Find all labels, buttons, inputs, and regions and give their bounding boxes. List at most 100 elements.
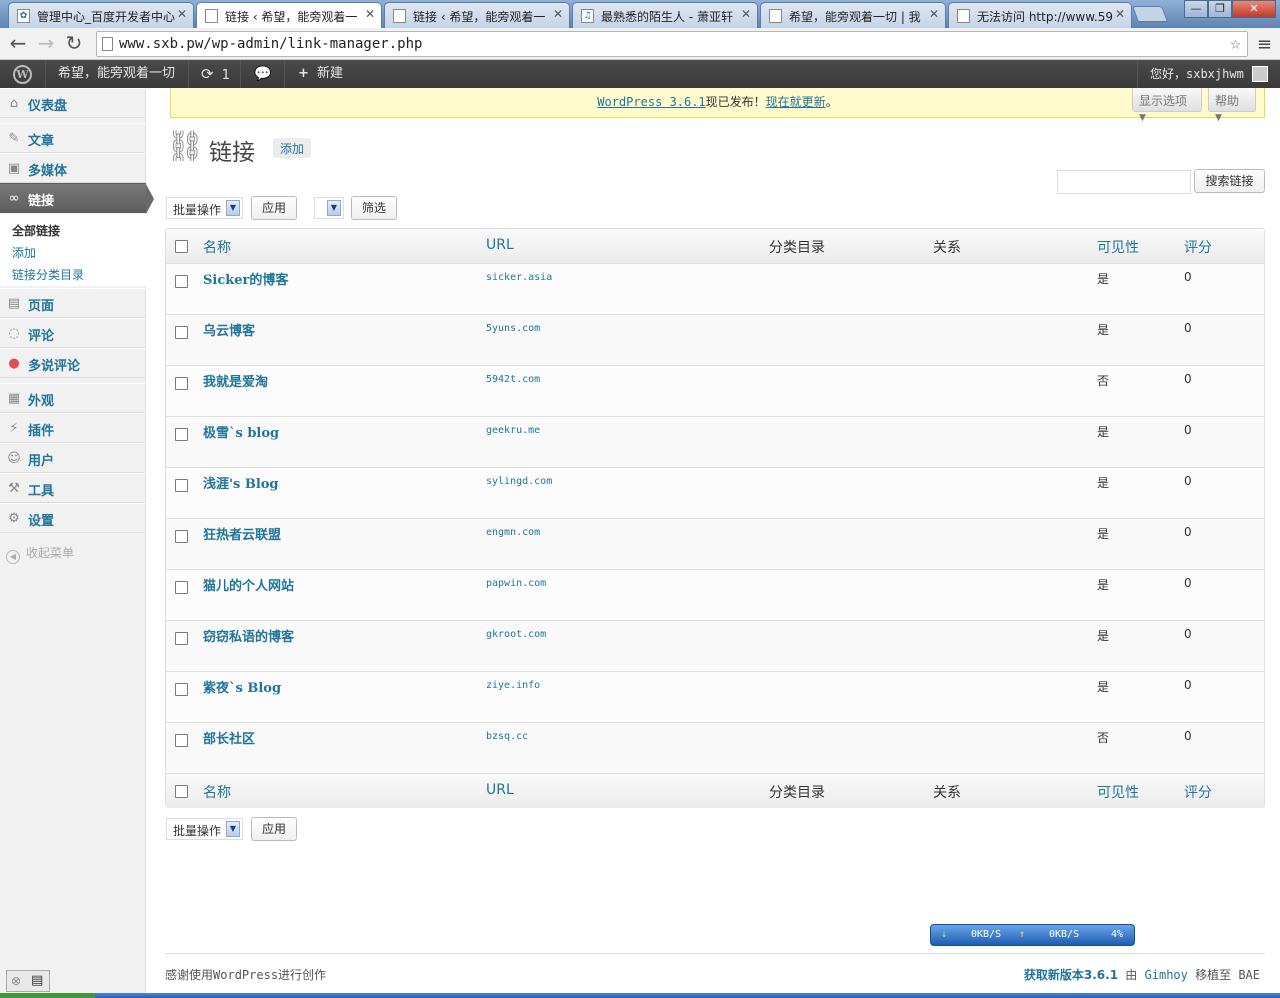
forward-arrow-icon[interactable]: → (34, 32, 58, 56)
reload-icon[interactable]: ↻ (62, 32, 86, 56)
column-header-visible[interactable]: 可见性 (1097, 237, 1139, 257)
document-icon[interactable]: ▤ (31, 973, 43, 988)
new-content-link[interactable]: + 新建 (290, 60, 351, 88)
link-name[interactable]: 浅涯's Blog (203, 473, 279, 492)
browser-tab[interactable]: ✿ 管理中心_百度开发者中心 ✕ (8, 2, 194, 28)
new-tab-button[interactable] (1132, 6, 1168, 22)
tab-close-icon[interactable]: ✕ (929, 7, 939, 21)
column-footer-name[interactable]: 名称 (203, 782, 231, 802)
sidebar-item-pages[interactable]: ▤ 页面 (0, 288, 146, 318)
tab-close-icon[interactable]: ✕ (365, 7, 375, 21)
bulk-action-select-bottom[interactable]: 批量操作 ▼ (166, 818, 243, 840)
bookmark-star-icon[interactable]: ☆ (1230, 33, 1241, 54)
sidebar-item-settings[interactable]: ⚙ 设置 (0, 503, 146, 533)
column-footer-rating[interactable]: 评分 (1184, 782, 1212, 802)
sidebar-item-links[interactable]: ∞ 链接 (0, 183, 154, 214)
browser-tab[interactable]: 无法访问 http://www.59 ✕ (948, 2, 1132, 28)
browser-tab-active[interactable]: 链接 ‹ 希望，能旁观着一 ✕ (196, 2, 382, 29)
row-checkbox[interactable] (175, 632, 188, 645)
row-checkbox[interactable] (175, 683, 188, 696)
link-name[interactable]: 极雪`s blog (203, 422, 279, 441)
close-circle-icon[interactable]: ⊗ (11, 974, 21, 988)
network-speed-widget[interactable]: ↓ 0KB/S ↑ 0KB/S 4% (930, 924, 1135, 946)
minimize-icon[interactable]: — (1184, 0, 1208, 18)
column-footer-url[interactable]: URL (486, 782, 514, 798)
browser-tab[interactable]: ♫ 最熟悉的陌生人 - 萧亚轩 ✕ (572, 2, 758, 28)
link-name[interactable]: 窃窃私语的博客 (203, 626, 294, 645)
column-header-name[interactable]: 名称 (203, 237, 231, 257)
link-name[interactable]: 我就是爱淘 (203, 371, 268, 390)
link-name[interactable]: 乌云博客 (203, 320, 255, 339)
link-name[interactable]: 紫夜`s Blog (203, 677, 281, 696)
author-link[interactable]: Gimhoy (1145, 968, 1188, 982)
filter-button[interactable]: 筛选 (351, 196, 397, 220)
select-all-checkbox[interactable] (175, 785, 188, 798)
link-name[interactable]: Sicker的博客 (203, 269, 288, 288)
comments-link[interactable]: 💬 (246, 60, 279, 88)
row-checkbox[interactable] (175, 581, 188, 594)
wordpress-link[interactable]: WordPress (213, 968, 278, 982)
sidebar-item-media[interactable]: ▣ 多媒体 (0, 153, 146, 183)
help-button[interactable]: 帮助 ▼ (1208, 88, 1256, 123)
sidebar-item-appearance[interactable]: ▦ 外观 (0, 383, 146, 413)
row-checkbox[interactable] (175, 377, 188, 390)
start-button[interactable] (0, 993, 95, 998)
link-url[interactable]: 5942t.com (486, 374, 540, 385)
category-filter-select[interactable]: ▼ (314, 197, 344, 219)
link-url[interactable]: sicker.asia (486, 272, 552, 283)
link-url[interactable]: sylingd.com (486, 476, 552, 487)
tab-close-icon[interactable]: ✕ (1115, 7, 1125, 21)
submenu-all-links[interactable]: 全部链接 (12, 222, 60, 239)
link-url[interactable]: 5yuns.com (486, 323, 540, 334)
row-checkbox[interactable] (175, 326, 188, 339)
select-all-checkbox[interactable] (175, 240, 188, 253)
sidebar-item-users[interactable]: ☺ 用户 (0, 443, 146, 473)
close-window-icon[interactable]: ✕ (1232, 0, 1276, 18)
apply-button-bottom[interactable]: 应用 (251, 817, 297, 841)
tab-close-icon[interactable]: ✕ (553, 7, 563, 21)
link-url[interactable]: papwin.com (486, 578, 546, 589)
link-url[interactable]: engmn.com (486, 527, 540, 538)
row-checkbox[interactable] (175, 275, 188, 288)
back-arrow-icon[interactable]: ← (6, 32, 30, 56)
row-checkbox[interactable] (175, 530, 188, 543)
row-checkbox[interactable] (175, 734, 188, 747)
restore-icon[interactable]: ❐ (1208, 0, 1232, 18)
link-url[interactable]: gkroot.com (486, 629, 546, 640)
link-url[interactable]: ziye.info (486, 680, 540, 691)
avatar[interactable] (1252, 66, 1268, 82)
search-links-input[interactable] (1057, 170, 1191, 194)
wordpress-version-link[interactable]: WordPress 3.6.1 (597, 95, 705, 109)
sidebar-item-dashboard[interactable]: ⌂ 仪表盘 (0, 88, 146, 118)
collapse-menu-button[interactable]: ◀ 收起菜单 (6, 544, 74, 564)
column-footer-visible[interactable]: 可见性 (1097, 782, 1139, 802)
row-checkbox[interactable] (175, 479, 188, 492)
link-name[interactable]: 狂热者云联盟 (203, 524, 281, 543)
submenu-add-link[interactable]: 添加 (12, 244, 36, 261)
link-url[interactable]: geekru.me (486, 425, 540, 436)
sidebar-item-tools[interactable]: ⚒ 工具 (0, 473, 146, 503)
link-url[interactable]: bzsq.cc (486, 731, 528, 742)
get-new-version-link[interactable]: 获取新版本3.6.1 (1024, 968, 1118, 982)
tab-close-icon[interactable]: ✕ (741, 7, 751, 21)
sidebar-item-duoshuo[interactable]: ● 多说评论 (0, 348, 146, 378)
sidebar-item-posts[interactable]: ✎ 文章 (0, 123, 146, 153)
submenu-link-categories[interactable]: 链接分类目录 (12, 266, 84, 283)
screen-options-button[interactable]: 显示选项 ▼ (1132, 88, 1202, 123)
column-header-url[interactable]: URL (486, 237, 514, 253)
site-name-link[interactable]: 希望，能旁观着一切 (50, 60, 183, 88)
updates-link[interactable]: ⟳ 1 (193, 60, 238, 88)
link-name[interactable]: 猫儿的个人网站 (203, 575, 294, 594)
search-links-button[interactable]: 搜索链接 (1194, 169, 1265, 193)
update-now-link[interactable]: 现在就更新 (766, 95, 826, 109)
bulk-action-select-top[interactable]: 批量操作 ▼ (166, 197, 243, 219)
account-greeting[interactable]: 您好，sxbxjhwm (1142, 60, 1252, 88)
apply-button-top[interactable]: 应用 (251, 196, 297, 220)
add-new-link-button[interactable]: 添加 (273, 138, 312, 158)
sidebar-item-comments[interactable]: ◌ 评论 (0, 318, 146, 348)
row-checkbox[interactable] (175, 428, 188, 441)
address-bar[interactable]: www.sxb.pw/wp-admin/link-manager.php ☆ (96, 31, 1248, 57)
tab-close-icon[interactable]: ✕ (177, 7, 187, 21)
wordpress-logo-icon[interactable]: W (13, 65, 32, 84)
browser-tab[interactable]: 希望，能旁观着一切 | 我 ✕ (760, 2, 946, 28)
